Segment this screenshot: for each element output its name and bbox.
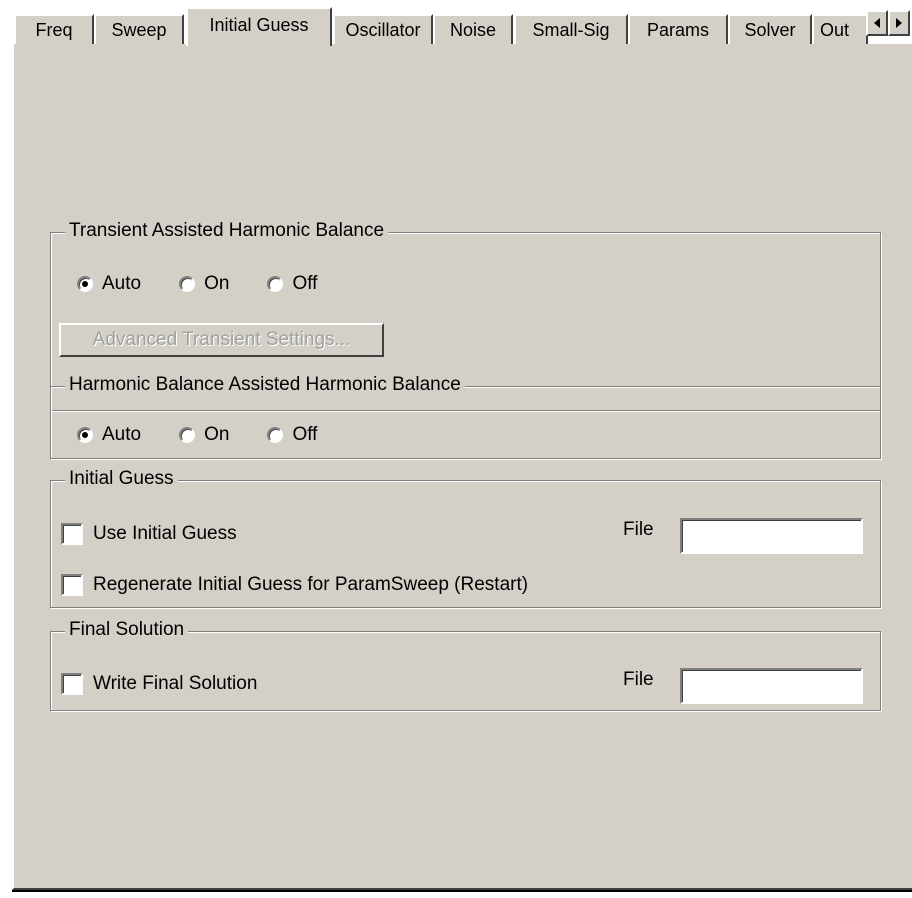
advanced-transient-settings-button[interactable]: Advanced Transient Settings...: [59, 323, 384, 357]
tab-solver[interactable]: Solver: [728, 14, 812, 44]
tab-params[interactable]: Params: [628, 14, 728, 44]
checkbox-box: [61, 673, 83, 695]
radio-circle: [267, 427, 284, 443]
radio-circle: [77, 427, 93, 443]
tab-label: Freq: [35, 19, 73, 40]
radio-dot: [82, 432, 88, 438]
tab-small-sig[interactable]: Small-Sig: [514, 14, 628, 44]
tab-label: Small-Sig: [532, 19, 610, 40]
tab-label: Out: [820, 19, 850, 40]
radio-label: Auto: [102, 424, 142, 445]
hb-on-radio[interactable]: On: [179, 424, 229, 446]
hb-off-radio[interactable]: Off: [267, 424, 317, 446]
radio-circle: [179, 427, 196, 443]
transient-on-radio[interactable]: On: [179, 273, 229, 295]
checkbox-label: Write Final Solution: [93, 673, 258, 694]
tab-label: Initial Guess: [209, 15, 309, 35]
radio-circle: [77, 276, 93, 292]
checkbox-box: [61, 574, 83, 596]
hb-assisted-group-title: Harmonic Balance Assisted Harmonic Balan…: [65, 374, 465, 396]
transient-auto-radio[interactable]: Auto: [77, 273, 141, 295]
final-solution-group: Final Solution Write Final Solution File: [50, 619, 881, 711]
tab-panel: Transient Assisted Harmonic Balance Auto…: [12, 44, 912, 890]
tab-out[interactable]: Out: [812, 14, 868, 44]
radio-label: On: [204, 273, 230, 294]
transient-radio-group: Auto On Off: [77, 273, 355, 295]
tab-label: Solver: [744, 19, 796, 40]
regenerate-initial-guess-checkbox[interactable]: Regenerate Initial Guess for ParamSweep …: [61, 574, 528, 596]
checkbox-label: Regenerate Initial Guess for ParamSweep …: [93, 574, 529, 595]
hb-assisted-group: Harmonic Balance Assisted Harmonic Balan…: [50, 374, 881, 459]
tab-freq[interactable]: Freq: [14, 14, 94, 44]
final-solution-group-title: Final Solution: [65, 619, 189, 641]
radio-label: Auto: [102, 273, 142, 294]
radio-circle: [179, 276, 196, 292]
checkbox-label: Use Initial Guess: [93, 523, 237, 544]
transient-off-radio[interactable]: Off: [267, 273, 317, 295]
write-final-solution-checkbox[interactable]: Write Final Solution: [61, 673, 257, 695]
initial-guess-group-title: Initial Guess: [65, 468, 178, 490]
radio-label: Off: [292, 424, 318, 445]
tab-label: Noise: [449, 19, 497, 40]
tab-label: Oscillator: [345, 19, 421, 40]
use-initial-guess-checkbox[interactable]: Use Initial Guess: [61, 523, 237, 545]
tab-label: Sweep: [111, 19, 167, 40]
radio-label: Off: [292, 273, 318, 294]
tab-strip: Freq Sweep Initial Guess Oscillator Nois…: [0, 0, 912, 46]
tab-noise[interactable]: Noise: [433, 14, 513, 44]
arrow-left-icon: [874, 18, 880, 28]
tab-sweep[interactable]: Sweep: [94, 14, 184, 44]
radio-circle: [267, 276, 284, 292]
final-solution-file-label: File: [623, 669, 654, 690]
tab-oscillator[interactable]: Oscillator: [333, 14, 433, 44]
initial-guess-file-label: File: [623, 519, 654, 540]
radio-dot: [82, 281, 88, 287]
panel-bottom-edge: [12, 890, 912, 892]
initial-guess-group: Initial Guess Use Initial Guess File Reg…: [50, 468, 881, 608]
final-solution-file-input[interactable]: [680, 668, 863, 704]
transient-group-title: Transient Assisted Harmonic Balance: [65, 220, 389, 242]
hb-radio-group: Auto On Off: [77, 424, 355, 446]
initial-guess-file-input[interactable]: [680, 518, 863, 554]
tab-scroll-right-button[interactable]: [888, 10, 910, 36]
tab-initial-guess[interactable]: Initial Guess: [186, 7, 332, 46]
arrow-right-icon: [896, 18, 902, 28]
radio-label: On: [204, 424, 230, 445]
hb-auto-radio[interactable]: Auto: [77, 424, 141, 446]
tab-scroll-left-button[interactable]: [866, 10, 888, 36]
tab-label: Params: [646, 19, 709, 40]
checkbox-box: [61, 523, 83, 545]
